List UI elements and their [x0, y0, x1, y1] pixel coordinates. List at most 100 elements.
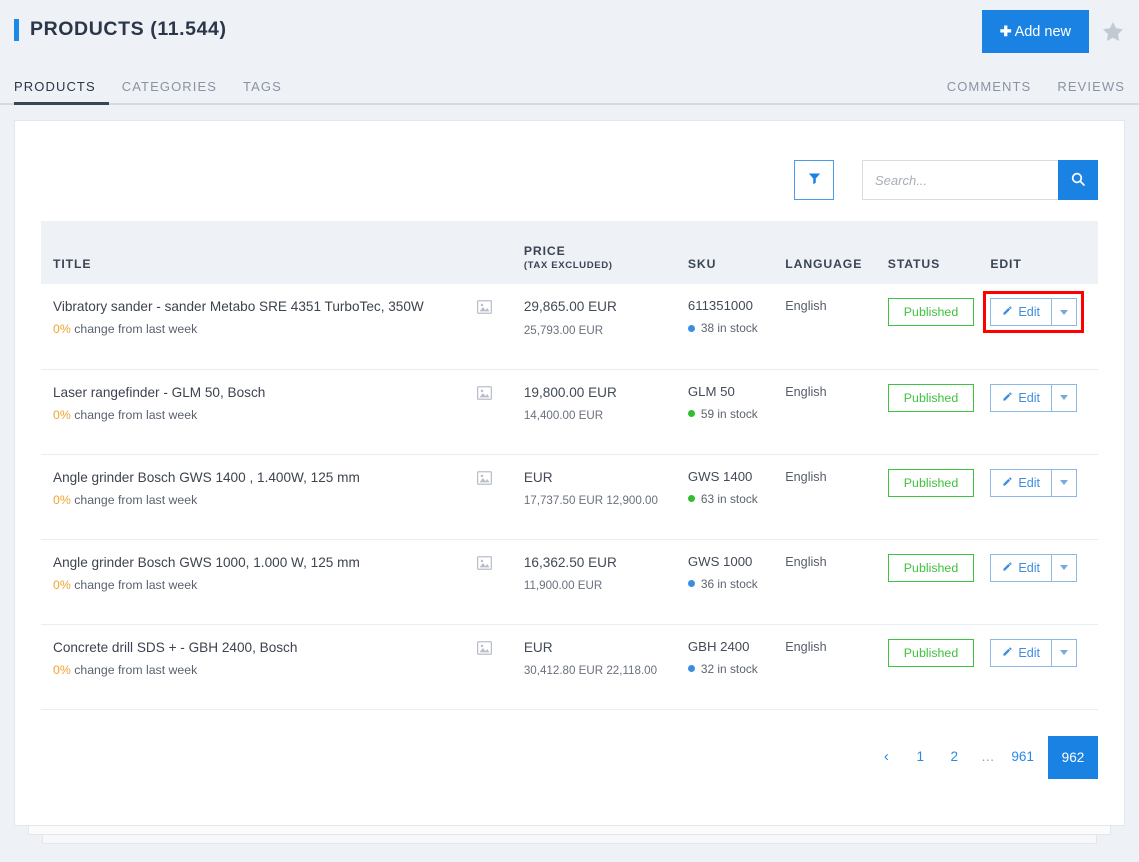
- price-main: EUR: [523, 639, 553, 655]
- stock-label: 32 in stock: [700, 661, 758, 676]
- change-percent: 0%: [53, 322, 71, 337]
- price-sub: 17,737.50 EUR 12,900.00: [523, 494, 658, 508]
- chevron-down-icon: [1060, 565, 1069, 570]
- tab-products[interactable]: PRODUCTS: [14, 79, 109, 105]
- edit-dropdown-toggle[interactable]: [1052, 638, 1078, 667]
- product-change: 0% change from last week: [53, 578, 477, 592]
- cell-price: 29,865.00 EUR 25,793.00 EUR: [524, 284, 688, 369]
- stock-status: 59 in stock: [687, 406, 785, 421]
- cell-language: English: [785, 284, 888, 369]
- cell-edit: Edit: [990, 539, 1098, 624]
- edit-button-group: Edit: [983, 291, 1085, 333]
- status-badge: Published: [887, 468, 975, 497]
- cell-language: English: [785, 454, 888, 539]
- pencil-icon: [1002, 391, 1013, 405]
- stock-dot: [687, 580, 695, 587]
- product-change: 0% change from last week: [53, 663, 477, 677]
- edit-dropdown-toggle[interactable]: [1052, 383, 1078, 412]
- pagination-prev[interactable]: ‹: [869, 738, 903, 776]
- chevron-down-icon: [1060, 480, 1069, 485]
- table-toolbar: [15, 121, 1124, 200]
- cell-status: Published: [887, 369, 991, 454]
- stock-label: 36 in stock: [700, 576, 758, 591]
- edit-button[interactable]: Edit: [990, 468, 1053, 497]
- search-group: [862, 160, 1098, 200]
- pagination: ‹ 1 2 … 961 962: [15, 710, 1124, 779]
- price-sub: 30,412.80 EUR 22,118.00: [523, 664, 658, 678]
- sku-value: GLM 50: [687, 383, 735, 399]
- sku-value: GWS 1000: [687, 553, 753, 569]
- change-text: change from last week: [74, 407, 198, 422]
- tab-tags[interactable]: TAGS: [230, 79, 295, 103]
- cell-sku: GBH 2400 32 in stock: [687, 624, 785, 709]
- cell-status: Published: [887, 284, 991, 369]
- change-percent: 0%: [53, 577, 71, 592]
- sku-value: GWS 1400: [687, 468, 753, 484]
- product-change: 0% change from last week: [53, 408, 477, 422]
- price-main: EUR: [523, 469, 553, 485]
- edit-dropdown-toggle[interactable]: [1052, 298, 1078, 326]
- chevron-down-icon: [1060, 650, 1069, 655]
- tab-reviews[interactable]: REVIEWS: [1044, 79, 1125, 103]
- edit-button[interactable]: Edit: [990, 553, 1053, 582]
- change-percent: 0%: [53, 662, 71, 677]
- stock-dot: [687, 324, 695, 332]
- card-stack-layer-1: [28, 825, 1111, 835]
- product-title: Concrete drill SDS + - GBH 2400, Bosch: [53, 639, 298, 655]
- star-icon[interactable]: [1101, 20, 1125, 44]
- edit-button-group: Edit: [990, 553, 1078, 582]
- price-main: 16,362.50 EUR: [523, 554, 617, 570]
- cell-edit: Edit: [983, 284, 1098, 369]
- price-sub: 14,400.00 EUR: [523, 409, 604, 423]
- edit-dropdown-toggle[interactable]: [1052, 553, 1078, 582]
- pagination-page[interactable]: 961: [1005, 738, 1040, 776]
- table-row: Concrete drill SDS + - GBH 2400, Bosch 0…: [41, 624, 1098, 709]
- cell-language: English: [785, 624, 888, 709]
- chevron-down-icon: [1060, 309, 1069, 315]
- search-input[interactable]: [862, 160, 1058, 200]
- add-new-button[interactable]: ✚ Add new: [981, 10, 1089, 53]
- image-placeholder-icon: [476, 555, 492, 573]
- edit-button-group: Edit: [990, 468, 1078, 497]
- stock-status: 38 in stock: [687, 321, 785, 335]
- edit-dropdown-toggle[interactable]: [1052, 468, 1078, 497]
- edit-button[interactable]: Edit: [990, 383, 1053, 412]
- tabs-left: PRODUCTS CATEGORIES TAGS: [14, 79, 295, 105]
- pagination-ellipsis: …: [981, 749, 996, 764]
- pagination-page-active[interactable]: 962: [1048, 735, 1098, 779]
- edit-button[interactable]: Edit: [990, 298, 1053, 326]
- filter-button[interactable]: [794, 160, 834, 200]
- stock-status: 63 in stock: [687, 492, 785, 506]
- stock-dot: [687, 495, 695, 502]
- cell-thumbnail: [476, 284, 524, 369]
- edit-label: Edit: [1018, 560, 1041, 575]
- change-text: change from last week: [74, 577, 198, 592]
- cell-status: Published: [887, 454, 991, 539]
- table-body: Vibratory sander - sander Metabo SRE 435…: [41, 284, 1098, 709]
- stock-status: 32 in stock: [687, 661, 785, 676]
- language-value: English: [785, 639, 827, 654]
- tab-comments[interactable]: COMMENTS: [947, 79, 1045, 103]
- sku-value: GBH 2400: [687, 638, 750, 654]
- edit-button-group: Edit: [990, 638, 1078, 667]
- cell-thumbnail: [476, 624, 524, 709]
- cell-thumbnail: [476, 369, 524, 454]
- status-badge: Published: [887, 638, 975, 667]
- tab-bar: PRODUCTS CATEGORIES TAGS COMMENTS REVIEW…: [0, 66, 1139, 105]
- edit-button[interactable]: Edit: [990, 638, 1053, 667]
- cell-price: 19,800.00 EUR 14,400.00 EUR: [524, 369, 688, 454]
- pagination-page[interactable]: 1: [903, 738, 937, 776]
- tab-categories[interactable]: CATEGORIES: [109, 79, 230, 103]
- column-header-price-label: PRICE: [523, 244, 566, 258]
- cell-price: 16,362.50 EUR 11,900.00 EUR: [524, 539, 688, 624]
- cell-sku: GWS 1400 63 in stock: [687, 454, 785, 539]
- search-button[interactable]: [1058, 160, 1098, 200]
- status-badge: Published: [887, 553, 975, 582]
- pagination-page[interactable]: 2: [937, 738, 971, 776]
- edit-label: Edit: [1018, 475, 1041, 490]
- cell-title: Laser rangefinder - GLM 50, Bosch 0% cha…: [41, 369, 477, 454]
- stock-label: 59 in stock: [700, 406, 758, 421]
- stock-label: 38 in stock: [700, 321, 758, 335]
- column-header-price-sublabel: (TAX EXCLUDED): [523, 260, 613, 271]
- language-value: English: [785, 384, 827, 399]
